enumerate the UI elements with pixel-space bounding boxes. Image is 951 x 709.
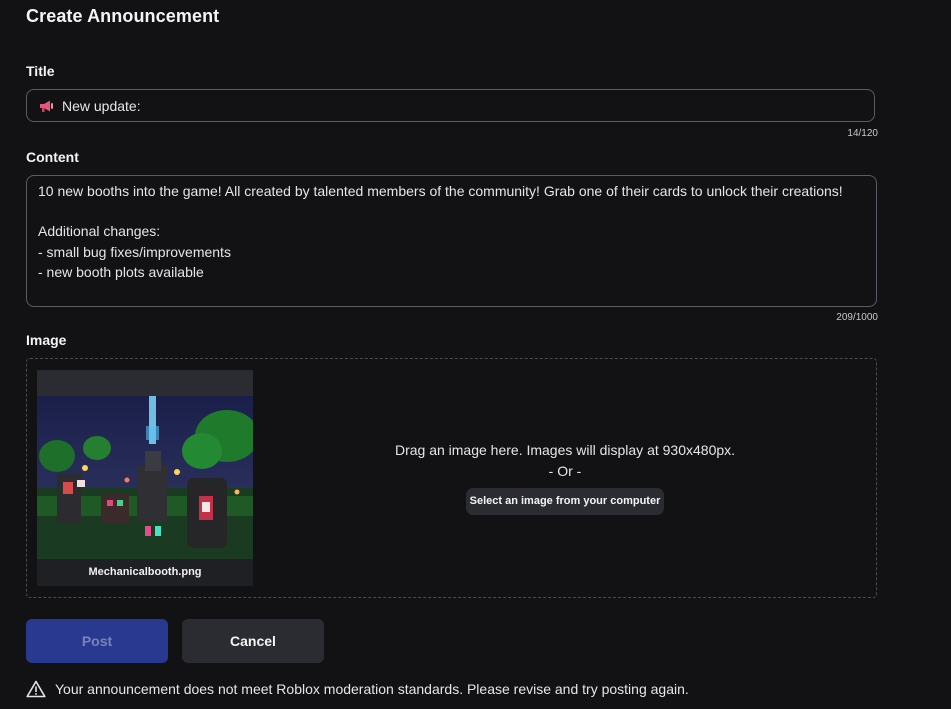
image-preview-thumbnail [37, 396, 253, 559]
content-textarea[interactable]: 10 new booths into the game! All created… [26, 175, 877, 307]
megaphone-icon [39, 99, 55, 113]
content-label: Content [26, 149, 79, 165]
title-label: Title [26, 63, 55, 79]
moderation-warning: Your announcement does not meet Roblox m… [26, 679, 689, 699]
page-title: Create Announcement [26, 6, 220, 26]
post-button[interactable]: Post [26, 619, 168, 663]
warning-icon [26, 680, 48, 698]
warning-text: Your announcement does not meet Roblox m… [55, 681, 689, 697]
title-input[interactable]: New update: [26, 89, 875, 122]
title-input-value: New update: [62, 97, 141, 114]
cancel-button[interactable]: Cancel [182, 619, 324, 663]
image-preview-card: Mechanicalbooth.png [37, 370, 253, 586]
image-file-name: Mechanicalbooth.png [37, 559, 253, 586]
drop-or-separator: - Or - [548, 463, 582, 479]
select-image-button[interactable]: Select an image from your computer [466, 488, 664, 515]
title-character-counter: 14/120 [847, 128, 878, 139]
image-label: Image [26, 332, 67, 348]
content-character-counter: 209/1000 [836, 312, 878, 323]
drop-instructions: Drag an image here. Images will display … [394, 442, 736, 458]
